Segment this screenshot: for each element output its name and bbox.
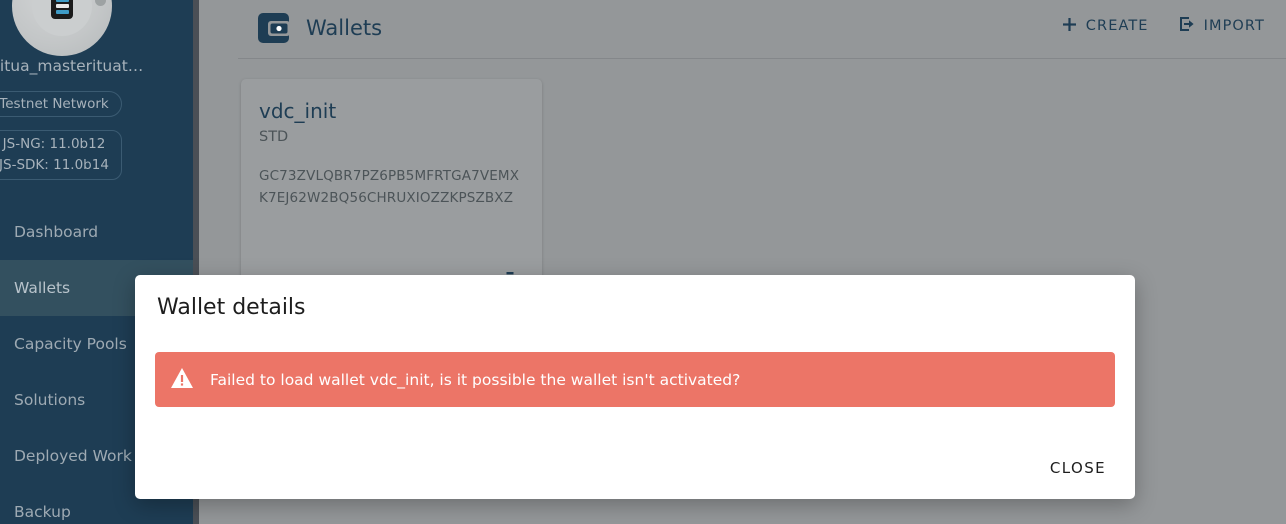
version-sdk-label: JS-SDK: 11.0b14 bbox=[0, 157, 109, 173]
page-header: Wallets bbox=[256, 10, 382, 46]
wallet-icon bbox=[256, 10, 292, 46]
toolbar-actions: CREATE IMPORT bbox=[1060, 12, 1267, 40]
toolbar-divider bbox=[238, 58, 1286, 59]
create-button[interactable]: CREATE bbox=[1060, 13, 1151, 40]
page-title: Wallets bbox=[306, 16, 383, 40]
import-button-label: IMPORT bbox=[1203, 18, 1265, 34]
import-button[interactable]: IMPORT bbox=[1177, 12, 1267, 40]
wallet-card-type: STD bbox=[259, 129, 289, 145]
sidebar-item-label: Solutions bbox=[14, 391, 86, 409]
error-alert-message: Failed to load wallet vdc_init, is it po… bbox=[210, 370, 741, 389]
wallet-card[interactable]: vdc_init STD GC73ZVLQBR7PZ6PB5MFRTGA7VEM… bbox=[241, 79, 542, 291]
sidebar-item-dashboard[interactable]: Dashboard bbox=[0, 204, 193, 260]
network-badge-label: Testnet Network bbox=[0, 96, 109, 112]
avatar-image bbox=[12, 0, 112, 56]
dialog-title: Wallet details bbox=[157, 295, 306, 320]
dialog-footer: CLOSE bbox=[1046, 453, 1110, 483]
sidebar-item-label: Backup bbox=[14, 503, 71, 521]
create-button-label: CREATE bbox=[1085, 18, 1149, 34]
sidebar-item-label: Capacity Pools bbox=[14, 335, 127, 353]
warning-triangle-icon bbox=[170, 367, 194, 393]
sidebar-item-label: Wallets bbox=[14, 279, 71, 297]
plus-icon bbox=[1062, 17, 1077, 36]
toolbar: Wallets CREATE IMPORT bbox=[199, 0, 1286, 59]
app-root: eritua_masterituat… Testnet Network JS-N… bbox=[0, 0, 1286, 524]
version-ng-label: JS-NG: 11.0b12 bbox=[2, 136, 106, 152]
error-alert: Failed to load wallet vdc_init, is it po… bbox=[155, 352, 1115, 407]
avatar-glyph-icon bbox=[51, 0, 73, 19]
close-button-label: CLOSE bbox=[1049, 459, 1106, 477]
wallet-card-address: GC73ZVLQBR7PZ6PB5MFRTGA7VEMXK7EJ62W2BQ56… bbox=[259, 168, 520, 206]
import-icon bbox=[1179, 16, 1195, 36]
wallet-details-dialog: Wallet details Failed to load wallet vdc… bbox=[135, 275, 1135, 499]
avatar[interactable] bbox=[12, 0, 112, 56]
sidebar-item-label: Dashboard bbox=[14, 223, 99, 241]
user-name: eritua_masterituat… bbox=[0, 57, 144, 75]
close-button[interactable]: CLOSE bbox=[1046, 453, 1110, 483]
wallet-card-name: vdc_init bbox=[259, 99, 337, 123]
version-badge: JS-NG: 11.0b12 JS-SDK: 11.0b14 bbox=[0, 130, 122, 180]
network-badge: Testnet Network bbox=[0, 91, 122, 117]
sidebar-item-label: Deployed Work bbox=[14, 447, 132, 465]
